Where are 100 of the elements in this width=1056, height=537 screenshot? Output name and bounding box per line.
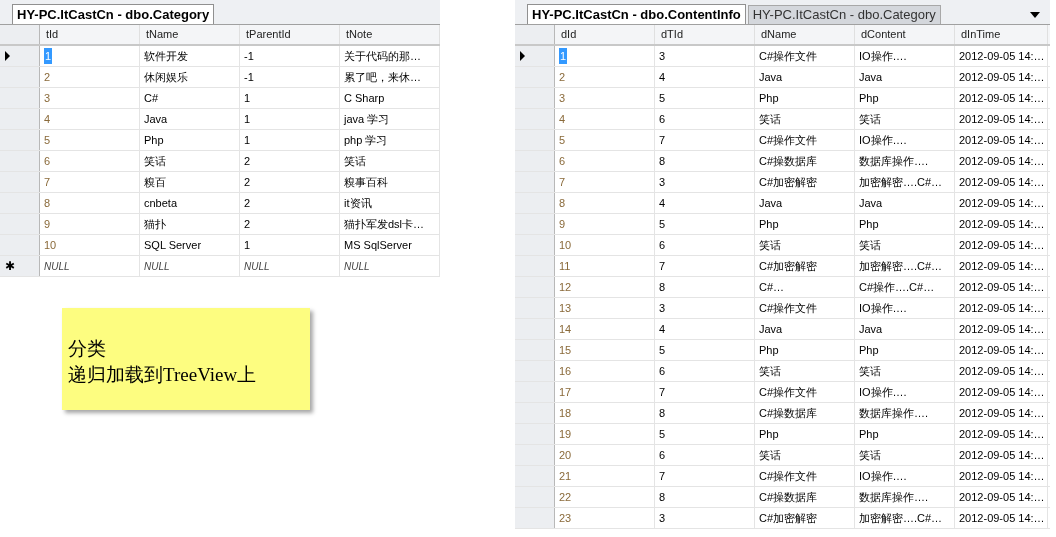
table-cell-text: SQL Server <box>144 237 202 253</box>
table-cell-text: 休闲娱乐 <box>144 69 188 85</box>
row-header[interactable] <box>515 46 555 66</box>
table-cell-text: NULL <box>244 259 270 274</box>
table-cell-text: 笑话 <box>344 153 366 169</box>
table-cell-text: 6 <box>659 237 666 253</box>
table-cell-text: C#加密解密 <box>759 510 818 526</box>
table-cell-text: 8 <box>659 279 666 295</box>
table-cell: 1 <box>559 47 568 65</box>
table-cell-text: Php <box>859 342 879 358</box>
table-cell-text: MS SqlServer <box>344 237 412 253</box>
table-cell-text: 猫扑 <box>144 216 166 232</box>
table-cell-text: 笑话 <box>859 111 881 127</box>
document-tab[interactable]: HY-PC.ItCastCn - dbo.Category <box>747 5 941 24</box>
table-cell-text: 20 <box>559 447 572 463</box>
table-cell-text: 笑话 <box>144 153 166 169</box>
table-cell-text: 2012-09-05 14:… <box>959 111 1045 127</box>
table-cell-text: 2012-09-05 14:… <box>959 132 1045 148</box>
column-header[interactable]: dTId <box>655 25 755 44</box>
table-cell-text: 3 <box>659 300 666 316</box>
table-cell-text: C#操作文件 <box>759 468 818 484</box>
table-cell-text: 9 <box>559 216 566 232</box>
column-header[interactable]: tId <box>40 25 140 44</box>
column-header[interactable]: tName <box>140 25 240 44</box>
table-cell-text: -1 <box>244 69 254 85</box>
table-cell-text: 2012-09-05 14:… <box>959 363 1045 379</box>
table-cell-text: 8 <box>659 489 666 505</box>
table-cell-text: 7 <box>659 468 666 484</box>
table-cell-text: 5 <box>659 90 666 106</box>
table-cell-text: 1 <box>244 90 251 106</box>
column-header[interactable]: dContent <box>855 25 955 44</box>
table-cell-text: 7 <box>659 384 666 400</box>
table-cell-text: 2012-09-05 14:… <box>959 153 1045 169</box>
table-cell-text: 4 <box>659 195 666 211</box>
row-header[interactable]: ✱ <box>0 256 40 276</box>
table-cell-text: 7 <box>44 174 51 190</box>
table-cell-text: 加密解密….C#… <box>859 510 943 526</box>
table-cell-text: 23 <box>559 510 572 526</box>
table-cell-text: 笑话 <box>759 237 781 253</box>
table-cell-text: 2012-09-05 14:… <box>959 447 1045 463</box>
table-cell-text: 笑话 <box>859 363 881 379</box>
table-cell-text: 2012-09-05 14:… <box>959 342 1045 358</box>
table-cell-text: 数据库操作…. <box>859 153 929 169</box>
table-cell-text: 7 <box>659 258 666 274</box>
table-cell-text: 11 <box>559 258 571 274</box>
table-cell-text: IO操作…. <box>859 468 907 484</box>
table-cell-text: 21 <box>559 468 572 484</box>
column-header[interactable]: dName <box>755 25 855 44</box>
table-cell-text: 8 <box>44 195 51 211</box>
table-cell-text: 7 <box>559 174 566 190</box>
column-header[interactable]: dInTime <box>955 25 1048 44</box>
column-header[interactable]: dId <box>555 25 655 44</box>
table-cell-text: 9 <box>44 216 51 232</box>
table-cell-text: 糗百 <box>144 174 166 190</box>
document-tab[interactable]: HY-PC.ItCastCn - dbo.Category <box>12 4 215 24</box>
table-cell-text: Java <box>859 195 883 211</box>
table-cell-text: Java <box>759 321 783 337</box>
table-cell-text: Java <box>859 321 883 337</box>
table-cell-text: 笑话 <box>859 237 881 253</box>
table-cell-text: Java <box>759 195 783 211</box>
table-cell-text: 2012-09-05 14:… <box>959 489 1045 505</box>
table-cell-text: Php <box>859 216 879 232</box>
table-cell-text: 6 <box>659 111 666 127</box>
note-text: 分类 <box>68 337 107 361</box>
table-cell-text: IO操作…. <box>859 48 907 64</box>
table-cell-text: C#加密解密 <box>759 174 818 190</box>
table-cell-text: 2012-09-05 14:… <box>959 300 1045 316</box>
table-cell-text: 2 <box>244 195 251 211</box>
table-cell-text: 3 <box>559 90 566 106</box>
table-cell-text: 2 <box>559 69 566 85</box>
table-cell-text: Java <box>859 69 883 85</box>
table-cell-text: C#操数据库 <box>759 489 818 505</box>
table-cell-text: Php <box>859 90 879 106</box>
current-row-icon <box>520 51 525 61</box>
table-cell-text: 2012-09-05 14:… <box>959 237 1045 253</box>
table-cell-text: Java <box>144 111 168 127</box>
table-cell-text: 2012-09-05 14:… <box>959 426 1045 442</box>
document-tab[interactable]: HY-PC.ItCastCn - dbo.ContentInfo <box>527 4 746 24</box>
column-header[interactable]: tParentId <box>240 25 340 44</box>
table-cell-text: 软件开发 <box>144 48 188 64</box>
table-cell-text: 15 <box>559 342 572 358</box>
table-cell-text: 2012-09-05 14:… <box>959 468 1045 484</box>
dropdown-icon[interactable] <box>1030 12 1040 18</box>
table-cell-text: Php <box>759 426 779 442</box>
table-cell-text: 18 <box>559 405 572 421</box>
table-cell-text: 2 <box>244 216 251 232</box>
table-cell-text: 1 <box>244 237 251 253</box>
table-cell-text: 3 <box>659 48 666 64</box>
column-header[interactable]: tNote <box>340 25 440 44</box>
table-cell-text: 2012-09-05 14:… <box>959 258 1045 274</box>
table-cell-text: IO操作…. <box>859 132 907 148</box>
table-cell-text: 4 <box>659 321 666 337</box>
table-cell-text: Php <box>759 342 779 358</box>
table-cell-text: 8 <box>659 153 666 169</box>
row-header[interactable] <box>0 46 40 66</box>
table-cell-text: Php <box>144 132 164 148</box>
table-cell-text: C#操数据库 <box>759 405 818 421</box>
table-cell-text: 2012-09-05 14:… <box>959 195 1045 211</box>
table-cell-text: 关于代码的那… <box>344 48 421 64</box>
table-cell-text: 10 <box>44 237 57 253</box>
